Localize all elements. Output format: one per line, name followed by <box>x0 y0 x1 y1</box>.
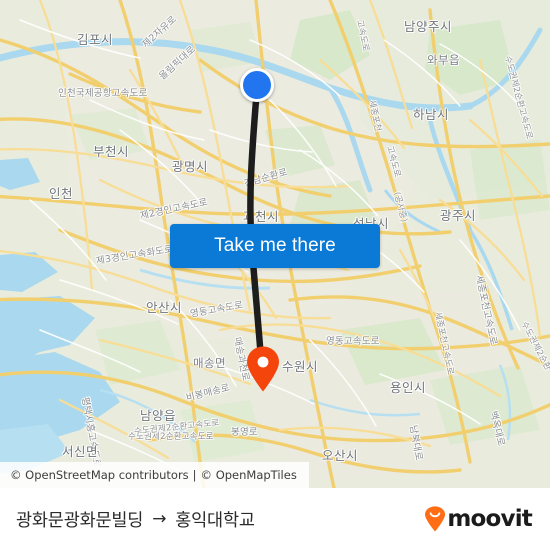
trip-title: 광화문광화문빌딩 → 홍익대학교 <box>16 507 255 532</box>
attribution-osm[interactable]: © OpenStreetMap contributors <box>10 468 189 482</box>
attribution-separator: | <box>192 468 197 482</box>
trip-destination-label: 홍익대학교 <box>175 510 255 531</box>
moovit-trip-map-card: 김포시 제2자유로 올림픽대로 인천국제공항고속도로 부천시 인천 광명시 제2경인고속도로 제… <box>0 0 550 550</box>
attribution-omt[interactable]: © OpenMapTiles <box>201 468 297 482</box>
moovit-wordmark: moovit <box>447 506 532 532</box>
footer-bar: 광화문광화문빌딩 → 홍익대학교 moovit <box>0 488 550 550</box>
moovit-pin-icon <box>425 506 446 532</box>
take-me-there-label: Take me there <box>214 235 336 256</box>
map-pin-icon <box>247 346 279 392</box>
trip-origin-label: 광화문광화문빌딩 <box>16 510 144 531</box>
arrow-right-icon: → <box>152 509 167 529</box>
take-me-there-button[interactable]: Take me there <box>170 224 380 268</box>
map-canvas[interactable]: 김포시 제2자유로 올림픽대로 인천국제공항고속도로 부천시 인천 광명시 제2경인고속도로 제… <box>0 0 550 488</box>
origin-marker[interactable] <box>240 68 274 102</box>
destination-marker[interactable] <box>246 346 280 392</box>
moovit-logo[interactable]: moovit <box>424 506 533 532</box>
map-attribution: © OpenStreetMap contributors | © OpenMap… <box>0 462 309 488</box>
